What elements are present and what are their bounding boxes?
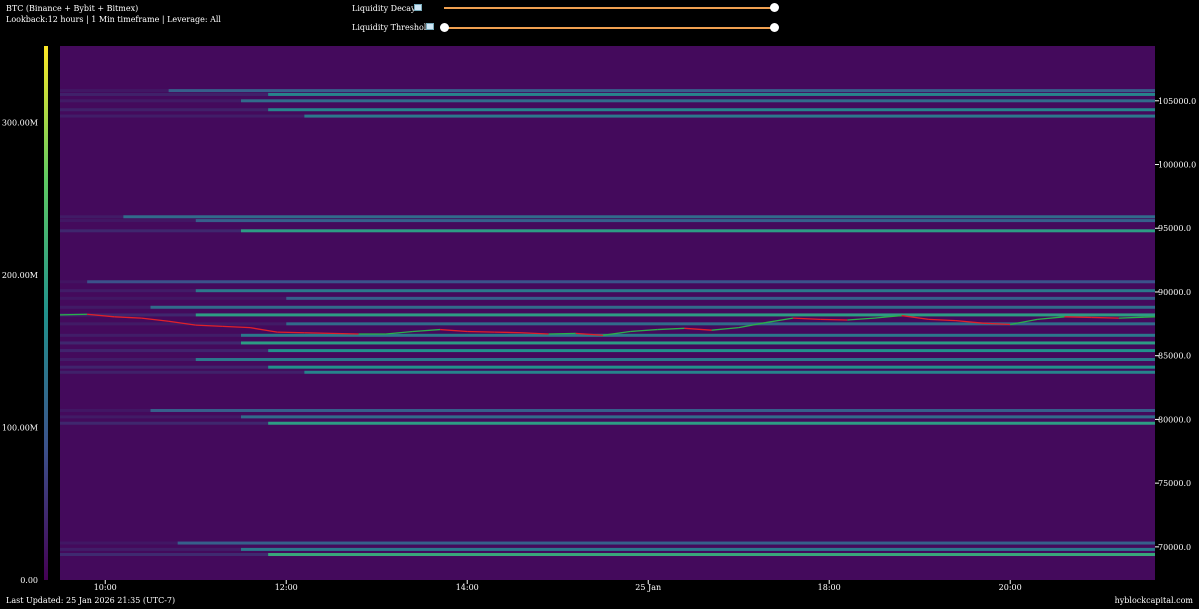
y-tick-label: 100000.0 — [1158, 161, 1196, 170]
liquidity-band — [268, 421, 1155, 425]
liquidity-band-faint — [60, 229, 241, 233]
liquidity-band-faint — [60, 553, 269, 557]
liquidity-band-faint — [60, 89, 169, 93]
liquidity-band — [304, 114, 1155, 118]
liquidity-band — [304, 370, 1155, 374]
colorbar-tick-label: 100.00M — [2, 423, 38, 432]
liquidity-band — [240, 415, 1156, 419]
y-tick-label: 105000.0 — [1158, 97, 1196, 106]
liquidity-band — [168, 89, 1156, 93]
price-segment — [494, 331, 522, 334]
liquidity-band-faint — [60, 349, 269, 353]
liquidity-heatmap-chart: 0.00 100.00M 200.00M 300.00M 105000.0 100000… — [2, 46, 1196, 592]
liquidity-band — [240, 341, 1156, 345]
y-tick-label: 70000.0 — [1158, 543, 1191, 552]
liquidity-band — [268, 108, 1155, 112]
liquidity-band — [150, 305, 1156, 309]
liquidity-band — [177, 541, 1155, 545]
x-tick-label: 18:00 — [818, 583, 841, 592]
liquidity-band-faint — [60, 370, 305, 374]
liquidity-band — [286, 296, 1156, 300]
liquidity-band-faint — [60, 341, 241, 345]
y-tick-label: 95000.0 — [1158, 224, 1191, 233]
liquidity-band — [268, 553, 1155, 557]
liquidity-band-faint — [60, 541, 178, 545]
liquidity-band-faint — [60, 92, 269, 96]
liquidity-band — [195, 358, 1156, 362]
y-tick-label: 90000.0 — [1158, 288, 1191, 297]
liquidity-band-faint — [60, 114, 305, 118]
heatmap-background — [60, 46, 1155, 580]
liquidity-band-faint — [60, 408, 151, 412]
liquidity-band-faint — [60, 215, 124, 219]
liquidity-band — [123, 215, 1155, 219]
liquidity-band-faint — [60, 289, 196, 293]
liquidity-band — [195, 313, 1156, 317]
colorbar — [44, 46, 48, 580]
colorbar-tick-label: 200.00M — [2, 271, 38, 280]
colorbar-tick-label: 300.00M — [2, 118, 38, 127]
liquidity-band — [87, 280, 1155, 284]
y-tick-label: 75000.0 — [1158, 479, 1191, 488]
liquidity-band — [240, 229, 1156, 233]
liquidity-band-faint — [60, 358, 196, 362]
liquidity-band — [240, 547, 1156, 551]
price-segment — [1091, 316, 1119, 319]
liquidity-band-faint — [60, 108, 269, 112]
liquidity-band-faint — [60, 365, 269, 369]
liquidity-band — [286, 322, 1156, 326]
x-tick-label: 14:00 — [456, 583, 479, 592]
liquidity-band-faint — [60, 280, 88, 284]
x-tick-label: 25 Jan — [635, 583, 661, 592]
liquidity-band-faint — [60, 333, 241, 337]
liquidity-band-faint — [60, 296, 287, 300]
price-segment — [548, 332, 576, 335]
brand-link[interactable]: hyblockcapital.com — [1115, 596, 1193, 605]
price-segment — [1064, 316, 1092, 319]
liquidity-band-faint — [60, 547, 241, 551]
liquidity-band — [268, 92, 1155, 96]
liquidity-band-faint — [60, 99, 241, 103]
liquidity-band — [195, 219, 1156, 223]
price-segment — [304, 332, 332, 335]
x-tick-label: 12:00 — [275, 583, 298, 592]
x-tick-label: 20:00 — [999, 583, 1022, 592]
colorbar-tick-label: 0.00 — [20, 576, 38, 585]
liquidity-band-faint — [60, 421, 269, 425]
price-segment — [331, 332, 359, 335]
liquidity-band — [268, 365, 1155, 369]
liquidity-band-faint — [60, 219, 196, 223]
last-updated: Last Updated: 25 Jan 2026 21:35 (UTC-7) — [6, 596, 176, 605]
liquidity-band-faint — [60, 322, 287, 326]
price-segment — [59, 313, 88, 316]
liquidity-band-faint — [60, 415, 241, 419]
y-tick-label: 85000.0 — [1158, 352, 1191, 361]
y-tick-label: 80000.0 — [1158, 415, 1191, 424]
liquidity-band-faint — [60, 305, 151, 309]
price-segment — [467, 330, 495, 333]
liquidity-band — [195, 289, 1156, 293]
liquidity-band — [268, 349, 1155, 353]
liquidity-band — [240, 99, 1156, 103]
price-segment — [277, 331, 305, 334]
x-tick-label: 10:00 — [94, 583, 117, 592]
liquidity-band — [150, 408, 1156, 412]
price-segment — [820, 318, 848, 321]
